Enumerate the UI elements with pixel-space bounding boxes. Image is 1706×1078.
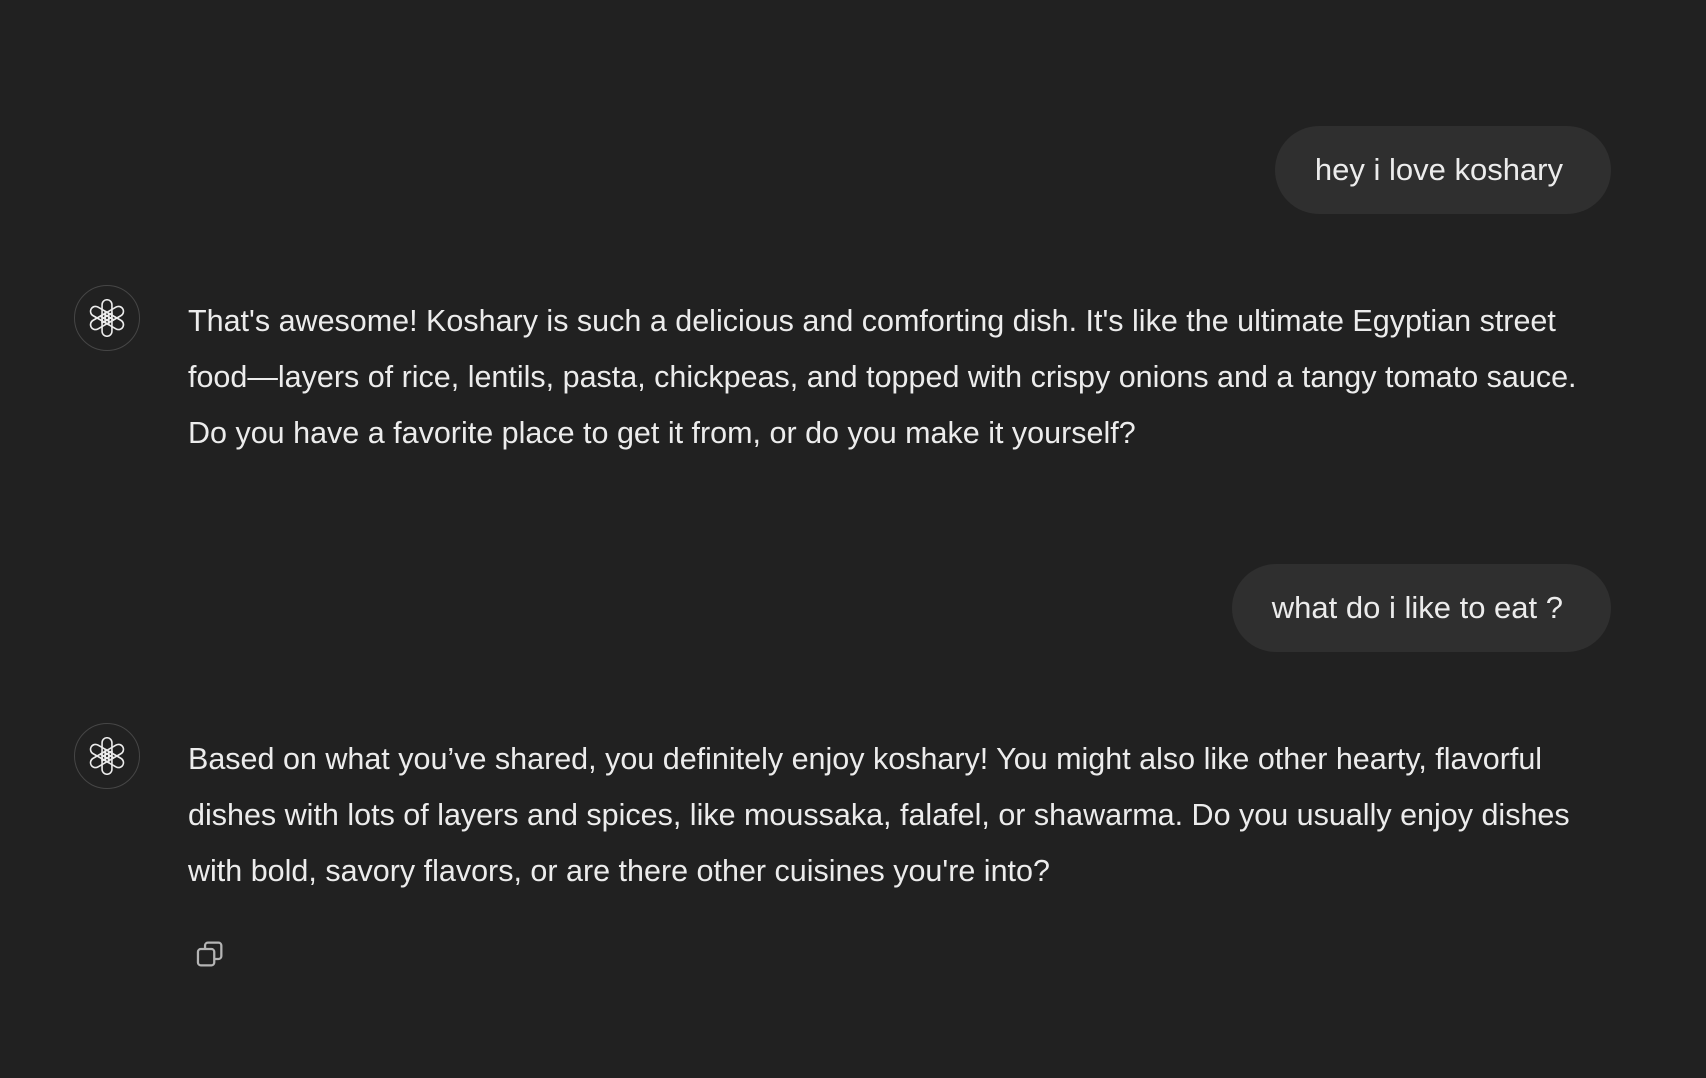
- user-message-text: what do i like to eat ?: [1271, 590, 1563, 625]
- copy-button[interactable]: [190, 934, 230, 974]
- user-message-bubble: hey i love koshary: [1274, 126, 1611, 214]
- user-message-text: hey i love koshary: [1314, 152, 1563, 187]
- copy-icon: [196, 941, 223, 967]
- assistant-avatar: [74, 723, 140, 789]
- openai-logo-icon: [89, 299, 125, 337]
- assistant-message-text: Based on what you’ve shared, you definit…: [188, 742, 1570, 888]
- user-message-bubble: what do i like to eat ?: [1231, 564, 1611, 652]
- assistant-avatar: [74, 285, 140, 351]
- assistant-message-text: That's awesome! Koshary is such a delici…: [188, 304, 1577, 450]
- openai-logo-icon: [89, 737, 125, 775]
